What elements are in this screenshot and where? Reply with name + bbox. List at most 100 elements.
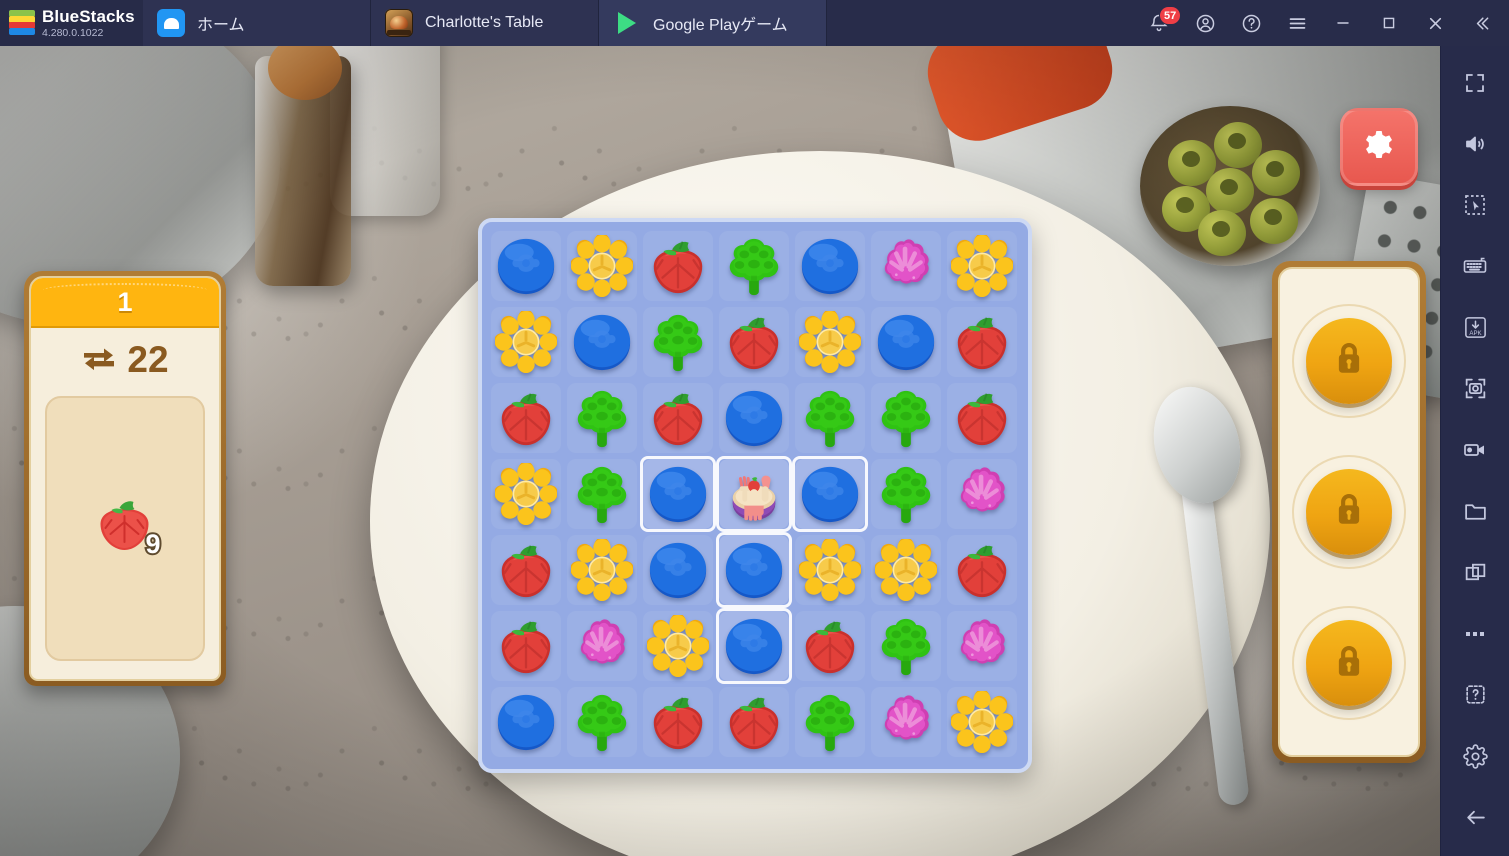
board-cell-r4-c7[interactable] <box>944 456 1020 532</box>
board-cell-r6-c6[interactable] <box>868 608 944 684</box>
menu-button[interactable] <box>1275 0 1319 46</box>
board-cell-r2-c7[interactable] <box>944 304 1020 380</box>
board-cell-r3-c2[interactable] <box>564 380 640 456</box>
broccoli-piece <box>577 390 627 448</box>
broccoli-piece <box>577 466 627 524</box>
screenshot-icon[interactable] <box>1449 366 1501 411</box>
onion-piece <box>884 239 929 284</box>
close-button[interactable] <box>1413 0 1457 46</box>
board-cell-r2-c4[interactable] <box>716 304 792 380</box>
booster-slot-2[interactable] <box>1292 454 1406 569</box>
board-cell-r3-c4[interactable] <box>716 380 792 456</box>
collapse-sidebar-button[interactable] <box>1459 0 1503 46</box>
match3-board[interactable] <box>478 218 1032 773</box>
board-cell-r3-c5[interactable] <box>792 380 868 456</box>
fullscreen-icon[interactable] <box>1449 60 1501 105</box>
account-button[interactable] <box>1183 0 1227 46</box>
board-cell-r1-c7[interactable] <box>944 228 1020 304</box>
strawberry-piece <box>957 317 1007 370</box>
maximize-button[interactable] <box>1367 0 1411 46</box>
board-cell-r6-c3[interactable] <box>640 608 716 684</box>
lock-icon <box>1330 489 1368 534</box>
board-cell-r5-c4[interactable] <box>716 532 792 608</box>
board-cell-r4-c5[interactable] <box>792 456 868 532</box>
board-cell-r7-c4[interactable] <box>716 684 792 760</box>
blueberry-piece <box>649 466 707 523</box>
home-icon <box>157 9 185 37</box>
board-cell-r4-c3[interactable] <box>640 456 716 532</box>
board-cell-r2-c6[interactable] <box>868 304 944 380</box>
board-cell-r1-c1[interactable] <box>488 228 564 304</box>
media-folder-icon[interactable] <box>1449 489 1501 534</box>
board-cell-r1-c3[interactable] <box>640 228 716 304</box>
strawberry-piece <box>501 393 551 446</box>
board-cell-r7-c7[interactable] <box>944 684 1020 760</box>
board-cell-r3-c3[interactable] <box>640 380 716 456</box>
tab-charlottes-table[interactable]: Charlotte's Table <box>371 0 599 46</box>
board-cell-r2-c5[interactable] <box>792 304 868 380</box>
board-cell-r7-c2[interactable] <box>564 684 640 760</box>
board-cell-r7-c3[interactable] <box>640 684 716 760</box>
board-cell-r4-c6[interactable] <box>868 456 944 532</box>
broccoli-piece <box>729 238 779 296</box>
strawberry-piece <box>653 393 703 446</box>
board-cell-r1-c5[interactable] <box>792 228 868 304</box>
apk-install-icon[interactable]: APK <box>1449 305 1501 350</box>
board-cell-r6-c1[interactable] <box>488 608 564 684</box>
game-settings-button[interactable] <box>1340 108 1418 186</box>
board-cell-r6-c7[interactable] <box>944 608 1020 684</box>
board-cell-r2-c2[interactable] <box>564 304 640 380</box>
volume-icon[interactable] <box>1449 121 1501 166</box>
blueberry-piece <box>497 238 555 295</box>
board-cell-r4-c4[interactable] <box>716 456 792 532</box>
strawberry-piece <box>501 621 551 674</box>
board-cell-r6-c2[interactable] <box>564 608 640 684</box>
board-cell-r4-c2[interactable] <box>564 456 640 532</box>
board-cell-r7-c1[interactable] <box>488 684 564 760</box>
board-cell-r3-c7[interactable] <box>944 380 1020 456</box>
bluestacks-sidebar: APK <box>1440 46 1509 856</box>
board-cell-r2-c3[interactable] <box>640 304 716 380</box>
board-cell-r3-c1[interactable] <box>488 380 564 456</box>
board-cell-r5-c1[interactable] <box>488 532 564 608</box>
settings-gear-icon[interactable] <box>1449 734 1501 779</box>
board-cell-r1-c6[interactable] <box>868 228 944 304</box>
help-button[interactable] <box>1229 0 1273 46</box>
keyboard-icon[interactable] <box>1449 244 1501 289</box>
board-cell-r6-c5[interactable] <box>792 608 868 684</box>
board-cell-r3-c6[interactable] <box>868 380 944 456</box>
strawberry-piece <box>957 393 1007 446</box>
board-cell-r4-c1[interactable] <box>488 456 564 532</box>
app-charlottes-table-icon <box>385 9 413 37</box>
cursor-select-icon[interactable] <box>1449 182 1501 227</box>
tab-google-play-games[interactable]: Google Playゲーム <box>599 0 827 46</box>
board-cell-r5-c6[interactable] <box>868 532 944 608</box>
board-cell-r7-c6[interactable] <box>868 684 944 760</box>
board-cell-r2-c1[interactable] <box>488 304 564 380</box>
booster-slot-1[interactable] <box>1292 303 1406 418</box>
board-cell-r5-c3[interactable] <box>640 532 716 608</box>
broccoli-piece <box>577 694 627 752</box>
multi-instance-icon[interactable] <box>1449 550 1501 595</box>
board-cell-r5-c5[interactable] <box>792 532 868 608</box>
minimize-button[interactable] <box>1321 0 1365 46</box>
tab-home[interactable]: ホーム <box>143 0 371 46</box>
blueberry-piece <box>725 618 783 675</box>
board-cell-r1-c2[interactable] <box>564 228 640 304</box>
board-cell-r1-c4[interactable] <box>716 228 792 304</box>
board-cell-r6-c4[interactable] <box>716 608 792 684</box>
booster-slot-3[interactable] <box>1292 606 1406 721</box>
more-options-icon[interactable] <box>1449 611 1501 656</box>
corn-piece <box>571 235 633 297</box>
tab-strip: ホーム Charlotte's Table Google Playゲーム <box>143 0 827 46</box>
help-box-icon[interactable] <box>1449 672 1501 717</box>
notifications-button[interactable]: 57 <box>1137 0 1182 46</box>
board-cell-r5-c7[interactable] <box>944 532 1020 608</box>
board-cell-r7-c5[interactable] <box>792 684 868 760</box>
onion-piece <box>960 467 1005 512</box>
record-video-icon[interactable] <box>1449 427 1501 472</box>
back-arrow-icon[interactable] <box>1449 795 1501 840</box>
game-viewport[interactable]: 1 22 9 <box>0 46 1440 856</box>
bluestacks-window: BlueStacks 4.280.0.1022 ホーム Charlotte's … <box>0 0 1509 856</box>
board-cell-r5-c2[interactable] <box>564 532 640 608</box>
